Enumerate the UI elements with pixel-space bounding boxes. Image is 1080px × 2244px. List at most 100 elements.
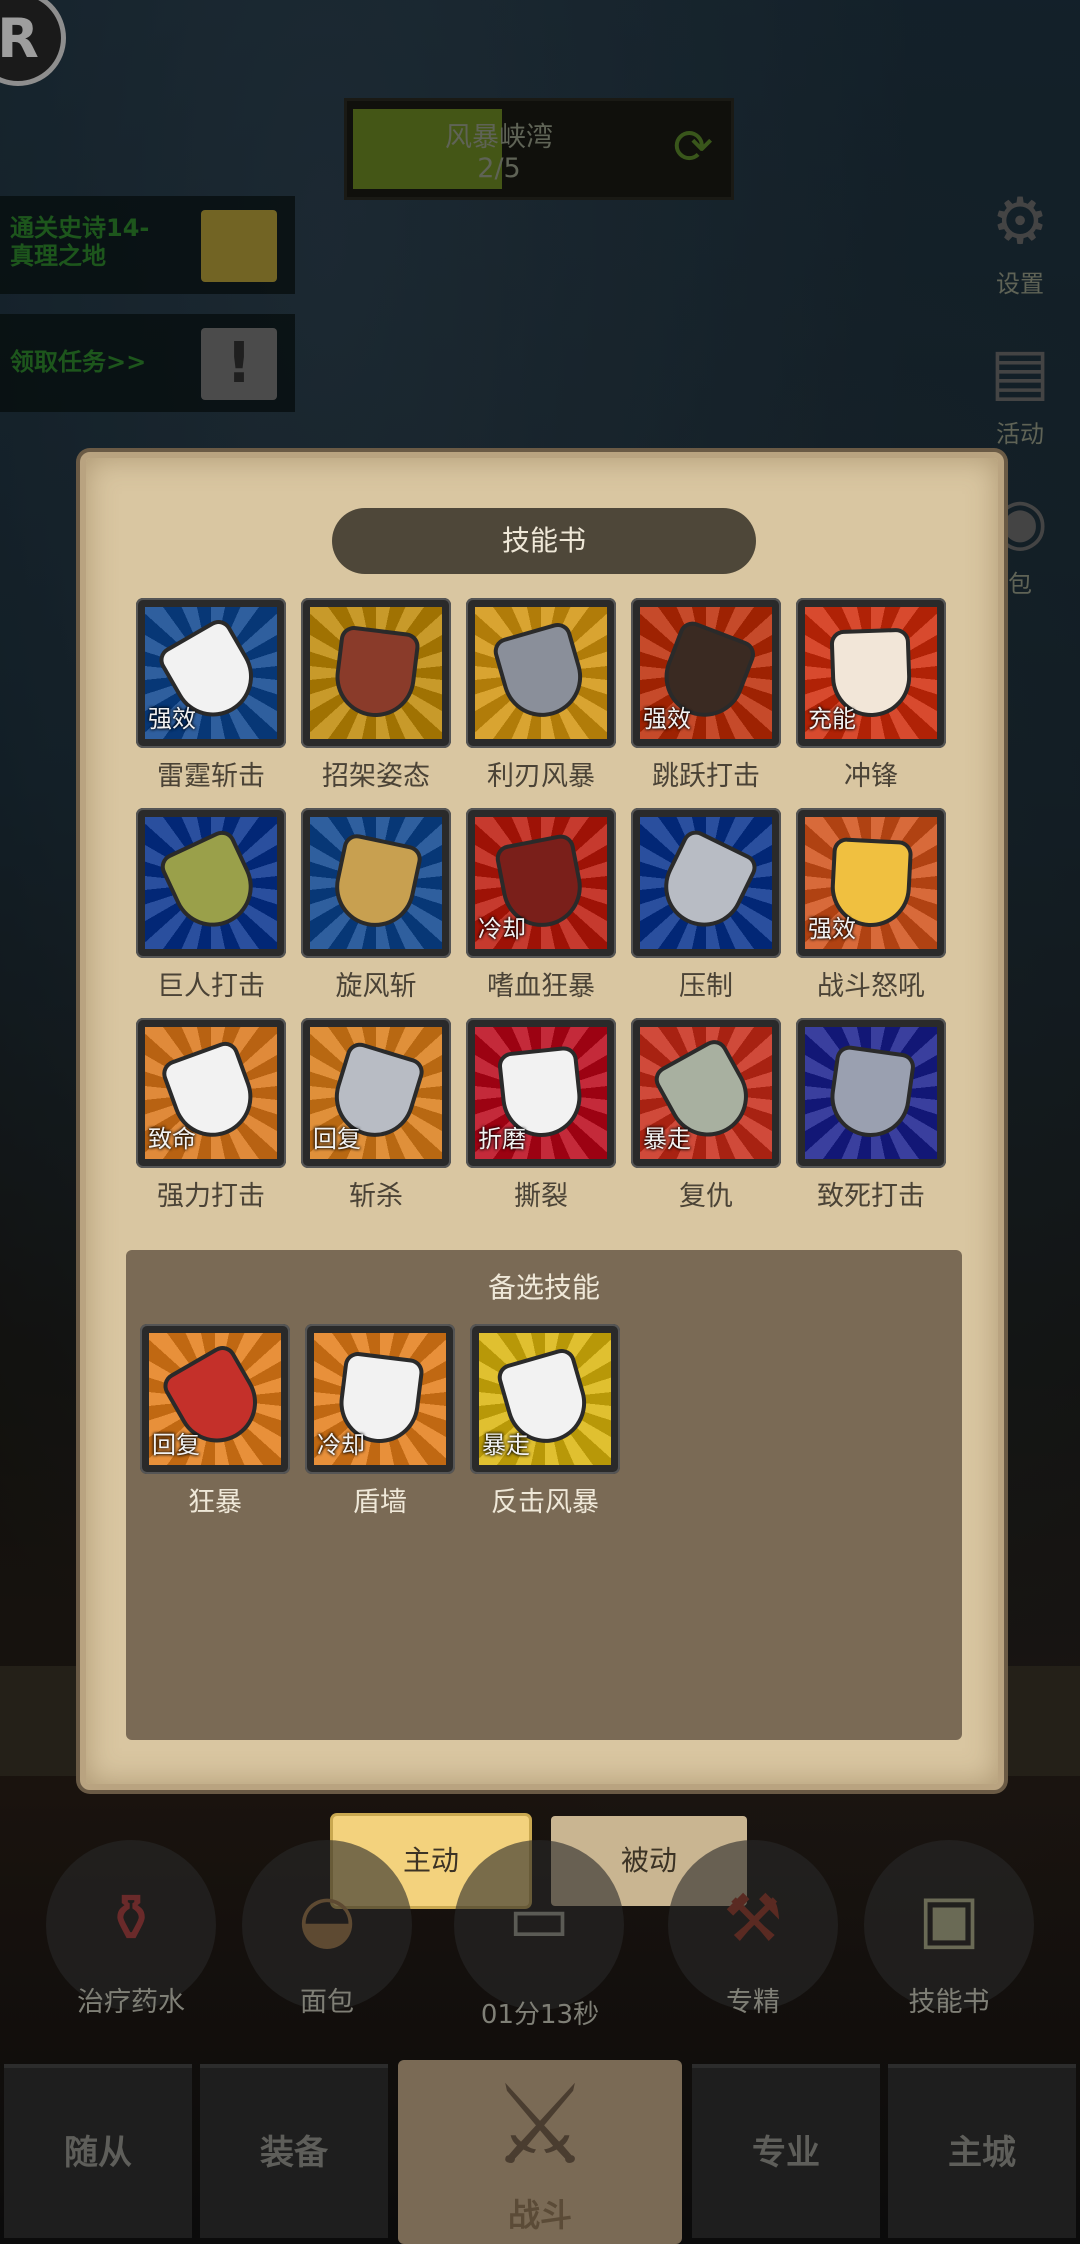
skill-icon: 冷却 [305,1324,455,1474]
skill-icon: 强效 [136,598,286,748]
skill-emblem [161,831,261,935]
skill-icon: 强效 [631,598,781,748]
skill-icon: 冷却 [466,808,616,958]
skill-name: 斩杀 [349,1181,403,1212]
skill-icon: 暴走 [470,1324,620,1474]
skill-name: 压制 [679,971,733,1002]
skill-art [310,607,442,739]
nav-followers[interactable]: 随从 [4,2064,192,2238]
skill-tag: 充能 [808,705,856,733]
skill-name: 致死打击 [817,1181,925,1212]
skill-tag: 强效 [148,705,196,733]
skill-emblem [335,628,417,718]
skill-art [475,607,607,739]
skill-emblem [656,831,756,935]
mastery-button[interactable]: ⚒ 专精 [668,1840,838,2018]
skill-emblem [495,624,587,722]
skill-slot[interactable]: 冷却嗜血狂暴 [466,808,616,1008]
skill-icon [796,1018,946,1168]
alternate-skills-section: 备选技能 回复 狂暴 冷却 盾墙 暴走 反击风暴 [126,1250,962,1740]
skill-icon: 回复 [301,1018,451,1168]
skill-icon [301,808,451,958]
anvil-icon: ⚒ [723,1880,783,1957]
book-icon: ▣ [917,1880,981,1957]
skill-icon [466,598,616,748]
skill-name: 跳跃打击 [652,761,760,792]
crossed-swords-icon: ⚔ [490,2061,590,2189]
skill-slot[interactable]: 旋风斩 [301,808,451,1008]
skill-name: 旋风斩 [335,971,417,1002]
chest-icon: ▭ [507,1880,571,1957]
skill-slot[interactable]: 回复狂暴 [140,1324,290,1524]
skill-name: 盾墙 [353,1487,407,1518]
skill-name: 冲锋 [844,761,898,792]
nav-equipment[interactable]: 装备 [200,2064,388,2238]
skill-art [640,817,772,949]
skill-emblem [829,1048,913,1138]
skillbook-button[interactable]: ▣ 技能书 [864,1840,1034,2018]
skill-tag: 冷却 [478,915,526,943]
bread-button[interactable]: ◒ 面包 [242,1840,412,2018]
skill-slot[interactable]: 巨人打击 [136,808,286,1008]
skill-art [145,817,277,949]
skill-name: 反击风暴 [491,1487,599,1518]
skill-slot[interactable]: 强效战斗怒吼 [796,808,946,1008]
skill-tag: 致命 [148,1125,196,1153]
skill-icon: 暴走 [631,1018,781,1168]
skill-icon [631,808,781,958]
skill-tag: 回复 [313,1125,361,1153]
skill-slot[interactable]: 回复斩杀 [301,1018,451,1218]
skill-slot[interactable]: 致死打击 [796,1018,946,1218]
skill-name: 复仇 [679,1181,733,1212]
chest-button[interactable]: ▭ [454,1840,624,2010]
skill-tag: 强效 [643,705,691,733]
skill-tag: 强效 [808,915,856,943]
skill-name: 嗜血狂暴 [487,971,595,1002]
battle-timer: 01分13秒 [480,2000,600,2030]
skill-tag: 折磨 [478,1125,526,1153]
skill-name: 雷霆斩击 [157,761,265,792]
skill-slot[interactable]: 利刃风暴 [466,598,616,798]
skill-icon: 回复 [140,1324,290,1474]
skill-icon: 致命 [136,1018,286,1168]
skill-name: 招架姿态 [322,761,430,792]
nav-battle[interactable]: ⚔ 战斗 [398,2060,682,2244]
bread-icon: ◒ [298,1880,356,1957]
skill-art [805,1027,937,1159]
skill-tag: 冷却 [317,1431,365,1459]
skill-slot[interactable]: 致命强力打击 [136,1018,286,1218]
potion-button[interactable]: ⚱ 治疗药水 [46,1840,216,2018]
alternate-skills-title: 备选技能 [487,1271,600,1304]
skill-emblem [332,836,420,930]
skill-name: 撕裂 [514,1181,568,1212]
skill-tag: 暴走 [482,1431,530,1459]
skill-art [310,817,442,949]
nav-profession[interactable]: 专业 [692,2064,880,2238]
skill-slot[interactable]: 强效跳跃打击 [631,598,781,798]
skill-icon [136,808,286,958]
skill-name: 利刃风暴 [487,761,595,792]
skill-name: 战斗怒吼 [817,971,925,1002]
skill-slot[interactable]: 充能冲锋 [796,598,946,798]
skill-icon: 强效 [796,808,946,958]
panel-title: 技能书 [332,508,756,574]
nav-battle-label: 战斗 [507,2196,572,2234]
skill-icon: 折磨 [466,1018,616,1168]
skill-name: 巨人打击 [157,971,265,1002]
skill-slot[interactable]: 招架姿态 [301,598,451,798]
skill-slot[interactable]: 强效雷霆斩击 [136,598,286,798]
skill-slot[interactable]: 暴走反击风暴 [470,1324,620,1524]
skill-book-panel: 技能书 强效 雷霆斩击 招架姿态 利刃风暴 强效 跳跃打击 充能 冲锋 巨人打击 旋风斩 冷却 嗜血狂… [80,452,1004,1790]
skill-name: 强力打击 [157,1181,265,1212]
skill-slot[interactable]: 折磨撕裂 [466,1018,616,1218]
skill-name: 狂暴 [188,1487,242,1518]
skill-icon [301,598,451,748]
skill-slot[interactable]: 暴走复仇 [631,1018,781,1218]
skill-slot[interactable]: 压制 [631,808,781,1008]
potion-icon: ⚱ [103,1880,159,1957]
nav-main-city[interactable]: 主城 [888,2064,1076,2238]
skill-tag: 回复 [152,1431,200,1459]
skill-icon: 充能 [796,598,946,748]
skill-tag: 暴走 [643,1125,691,1153]
skill-slot[interactable]: 冷却盾墙 [305,1324,455,1524]
